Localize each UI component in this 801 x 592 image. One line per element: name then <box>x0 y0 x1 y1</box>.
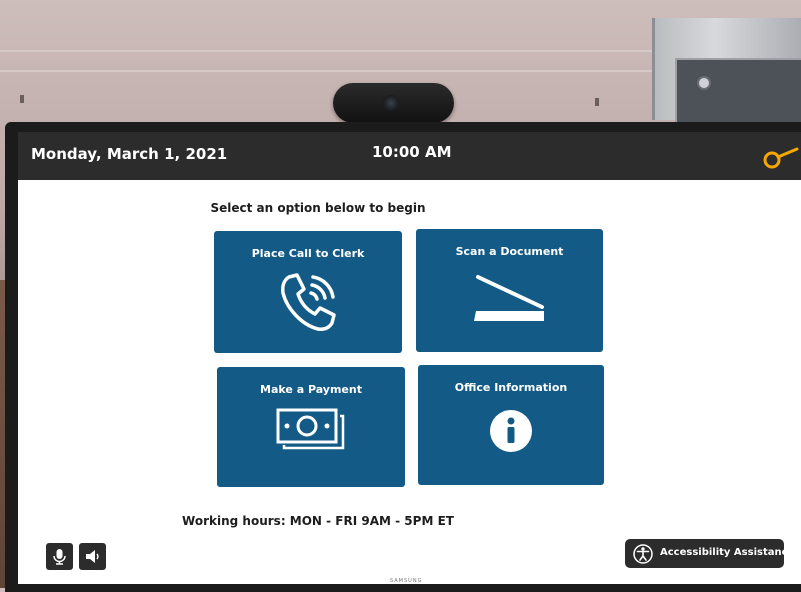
scanner-icon <box>470 273 550 329</box>
cabinet-panel <box>675 58 801 124</box>
tile-label: Make a Payment <box>260 383 362 396</box>
speaker-button[interactable] <box>79 543 106 570</box>
accessibility-label: Accessibility Assistance <box>660 547 795 558</box>
accessibility-assistance-button[interactable]: Accessibility Assistance <box>625 539 794 568</box>
info-icon <box>489 409 533 457</box>
webcam-lens <box>383 95 399 111</box>
place-call-button[interactable]: Place Call to Clerk <box>214 231 402 353</box>
microphone-button[interactable] <box>46 543 73 570</box>
top-bar: Monday, March 1, 2021 10:00 AM <box>18 132 801 180</box>
accessibility-icon <box>633 544 653 568</box>
current-date: Monday, March 1, 2021 <box>31 145 228 163</box>
kiosk-screen: Monday, March 1, 2021 10:00 AM Select an… <box>18 132 801 584</box>
current-time: 10:00 AM <box>372 143 452 161</box>
cabinet-screw <box>697 76 711 90</box>
cash-icon <box>275 407 347 457</box>
webcam <box>333 83 454 123</box>
speaker-icon <box>86 550 99 563</box>
tile-label: Place Call to Clerk <box>251 247 365 260</box>
phone-icon <box>277 271 339 337</box>
make-payment-button[interactable]: Make a Payment <box>217 367 405 487</box>
office-information-button[interactable]: Office Information <box>418 365 604 485</box>
key-icon[interactable] <box>763 147 799 171</box>
microphone-icon <box>53 549 66 565</box>
monitor: Monday, March 1, 2021 10:00 AM Select an… <box>5 122 801 592</box>
background-cabinet <box>652 18 801 124</box>
ceiling-fixture <box>595 98 599 106</box>
instruction-text: Select an option below to begin <box>210 201 426 215</box>
ceiling-fixture <box>20 95 24 103</box>
monitor-brand: SAMSUNG <box>390 578 423 584</box>
tile-label: Office Information <box>454 381 568 394</box>
tile-label: Scan a Document <box>455 245 564 258</box>
scan-document-button[interactable]: Scan a Document <box>416 229 603 352</box>
working-hours: Working hours: MON - FRI 9AM - 5PM ET <box>182 514 454 528</box>
